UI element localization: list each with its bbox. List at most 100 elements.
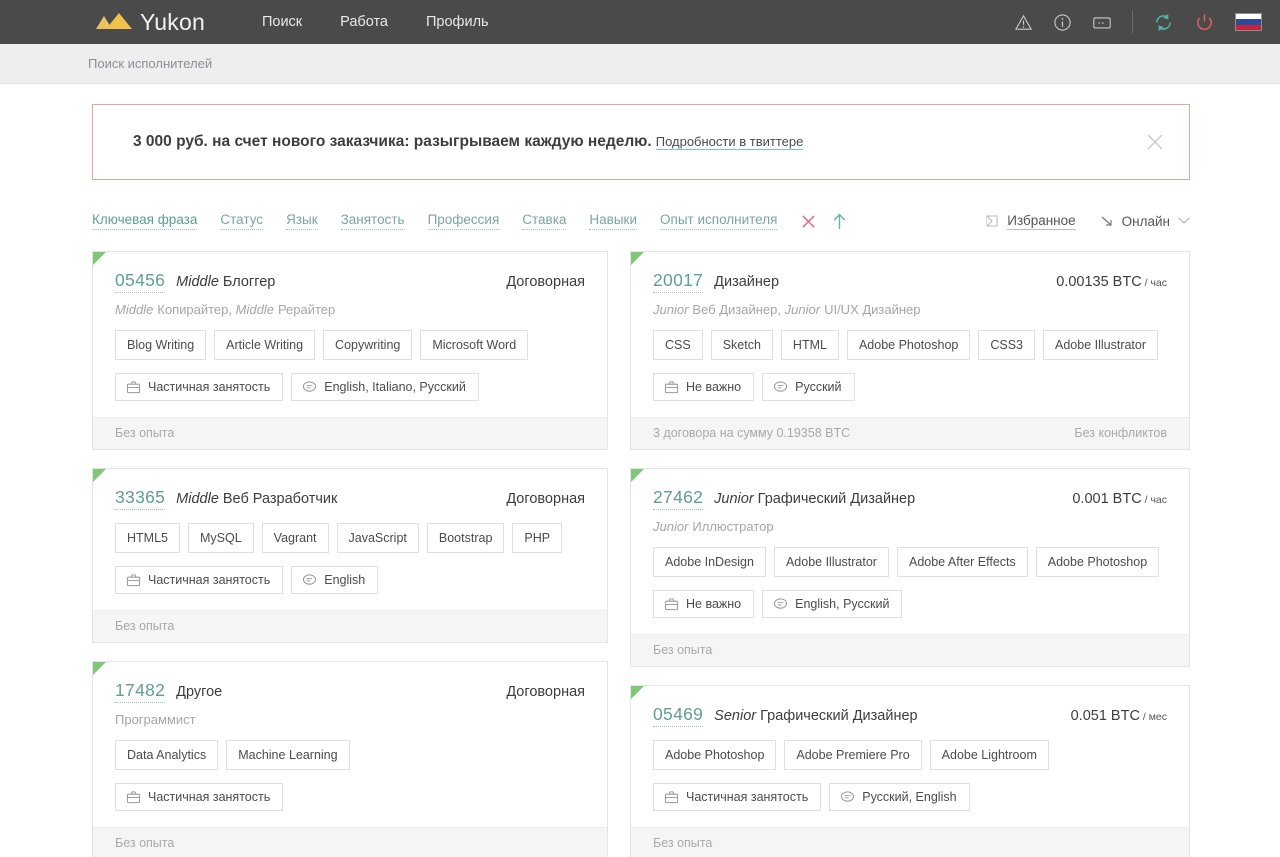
sort-arrow-up-icon[interactable] xyxy=(831,212,848,231)
bookmark-icon xyxy=(986,215,998,227)
employment-tag[interactable]: Не важно xyxy=(653,590,755,618)
power-icon[interactable] xyxy=(1194,12,1215,33)
online-sort-control[interactable]: Онлайн xyxy=(1100,214,1190,229)
close-icon[interactable] xyxy=(1145,132,1165,152)
skill-tag[interactable]: Vagrant xyxy=(261,523,329,553)
languages-tag[interactable]: Русский xyxy=(762,373,855,401)
employment-tag[interactable]: Не важно xyxy=(653,373,755,401)
russian-flag-icon[interactable] xyxy=(1235,13,1262,31)
card-id-link[interactable]: 17482 xyxy=(115,680,166,703)
speech-bubble-icon xyxy=(774,598,788,609)
promo-link[interactable]: Подробности в твиттере xyxy=(655,134,804,150)
freelancer-card[interactable]: 17482 Другое Договорная Программист Data Ana… xyxy=(92,661,608,857)
employment-tag[interactable]: Частичная занятость xyxy=(115,373,284,401)
skill-tag[interactable]: JavaScript xyxy=(336,523,419,553)
main-nav-links: Поиск Работа Профиль xyxy=(262,14,489,30)
breadcrumb: Поиск исполнителей xyxy=(88,56,213,71)
skill-tag[interactable]: Machine Learning xyxy=(226,740,350,770)
card-id-link[interactable]: 20017 xyxy=(653,270,704,293)
skill-tag[interactable]: Adobe Illustrator xyxy=(1043,330,1159,360)
card-id-link[interactable]: 27462 xyxy=(653,487,704,510)
skill-tag[interactable]: Adobe Photoshop xyxy=(653,740,777,770)
nav-item-search[interactable]: Поиск xyxy=(262,14,302,30)
employment-tag[interactable]: Частичная занятость xyxy=(115,783,284,811)
meta-tag-row: Частичная занятость xyxy=(115,783,585,811)
clear-filters-icon[interactable] xyxy=(800,213,817,230)
card-header: 27462 Junior Графический Дизайнер 0.001 BTC… xyxy=(653,487,1167,510)
filter-experience[interactable]: Опыт исполнителя xyxy=(660,212,778,230)
promo-banner: 3 000 руб. на счет нового заказчика: раз… xyxy=(92,104,1190,180)
freelancer-card[interactable]: 27462 Junior Графический Дизайнер 0.001 BTC… xyxy=(630,468,1190,667)
skill-tag[interactable]: Copywriting xyxy=(323,330,413,360)
freelancer-card[interactable]: 33365 Middle Веб Разработчик Договорная HTML… xyxy=(92,468,608,643)
languages-tag[interactable]: English, Italiano, Русский xyxy=(291,373,479,401)
skill-tag[interactable]: CSS3 xyxy=(978,330,1035,360)
filter-skills[interactable]: Навыки xyxy=(589,212,638,230)
card-footer: Без опыта xyxy=(93,417,607,449)
skill-tag-row: Data Analytics Machine Learning xyxy=(115,740,585,770)
favorites-toggle[interactable]: Избранное xyxy=(985,213,1076,230)
skill-tag[interactable]: Bootstrap xyxy=(426,523,505,553)
card-rate: Договорная xyxy=(506,491,585,507)
freelancer-card[interactable]: 05469 Senior Графический Дизайнер 0.051 BTC… xyxy=(630,685,1190,857)
card-body: 27462 Junior Графический Дизайнер 0.001 BTC… xyxy=(631,469,1189,634)
filter-language[interactable]: Язык xyxy=(286,212,318,230)
breadcrumb-bar: Поиск исполнителей xyxy=(0,44,1280,84)
card-id-link[interactable]: 05469 xyxy=(653,704,704,727)
card-id-link[interactable]: 33365 xyxy=(115,487,166,510)
skill-tag[interactable]: Article Writing xyxy=(214,330,316,360)
skill-tag[interactable]: HTML5 xyxy=(115,523,180,553)
skill-tag[interactable]: Data Analytics xyxy=(115,740,219,770)
filter-keyword[interactable]: Ключевая фраза xyxy=(92,212,198,230)
skill-tag[interactable]: Adobe Photoshop xyxy=(1035,547,1160,577)
card-footer-left: Без опыта xyxy=(653,836,713,850)
employment-tag[interactable]: Частичная занятость xyxy=(653,783,822,811)
online-label: Онлайн xyxy=(1121,213,1170,229)
skill-tag[interactable]: HTML xyxy=(780,330,839,360)
card-grade: Middle xyxy=(176,274,219,290)
nav-item-profile[interactable]: Профиль xyxy=(426,14,489,30)
skill-tag[interactable]: Adobe InDesign xyxy=(653,547,766,577)
languages-tag[interactable]: Русский, English xyxy=(829,783,970,811)
languages-tag[interactable]: English xyxy=(291,566,379,594)
skill-tag[interactable]: PHP xyxy=(512,523,563,553)
filter-employment[interactable]: Занятость xyxy=(340,212,405,230)
skill-tag[interactable]: CSS xyxy=(653,330,703,360)
card-subtitle: Middle Копирайтер, Middle Рерайтер xyxy=(115,302,585,317)
skill-tag[interactable]: Adobe After Effects xyxy=(896,547,1028,577)
briefcase-icon xyxy=(664,791,679,804)
skill-tag[interactable]: MySQL xyxy=(187,523,254,553)
brand-logo[interactable]: Yukon xyxy=(95,9,205,36)
message-icon[interactable] xyxy=(1092,13,1112,32)
card-title: Другое xyxy=(176,684,223,700)
filter-bar-right: Избранное Онлайн xyxy=(985,213,1190,230)
skill-tag-row: HTML5 MySQL Vagrant JavaScript Bootstrap PHP xyxy=(115,523,585,553)
languages-tag[interactable]: English, Русский xyxy=(762,590,903,618)
skill-tag[interactable]: Blog Writing xyxy=(115,330,207,360)
freelancer-card[interactable]: 20017 Дизайнер 0.00135 BTC / час Junior Веб … xyxy=(630,251,1190,450)
card-title: Middle Веб Разработчик xyxy=(176,491,338,507)
card-footer-right: Без конфликтов xyxy=(1074,426,1167,440)
skill-tag[interactable]: Adobe Photoshop xyxy=(846,330,971,360)
nav-item-work[interactable]: Работа xyxy=(340,14,388,30)
briefcase-icon xyxy=(664,381,679,394)
skill-tag-row: Adobe InDesign Adobe Illustrator Adobe Aft… xyxy=(653,547,1167,577)
card-body: 17482 Другое Договорная Программист Data Ana… xyxy=(93,662,607,827)
skill-tag[interactable]: Adobe Lightroom xyxy=(929,740,1049,770)
card-header: 20017 Дизайнер 0.00135 BTC / час xyxy=(653,270,1167,293)
filter-status[interactable]: Статус xyxy=(220,212,264,230)
skill-tag[interactable]: Adobe Illustrator xyxy=(773,547,889,577)
info-icon[interactable] xyxy=(1053,13,1072,32)
employment-label: Частичная занятость xyxy=(686,790,809,804)
warning-icon[interactable] xyxy=(1014,13,1033,32)
refresh-icon[interactable] xyxy=(1153,12,1174,33)
freelancer-card[interactable]: 05456 Middle Блоггер Договорная Middle Копира… xyxy=(92,251,608,450)
filter-profession[interactable]: Профессия xyxy=(427,212,500,230)
filter-rate[interactable]: Ставка xyxy=(522,212,567,230)
skill-tag[interactable]: Microsoft Word xyxy=(420,330,529,360)
employment-tag[interactable]: Частичная занятость xyxy=(115,566,284,594)
skill-tag[interactable]: Sketch xyxy=(710,330,773,360)
card-id-link[interactable]: 05456 xyxy=(115,270,166,293)
skill-tag[interactable]: Adobe Premiere Pro xyxy=(784,740,922,770)
results-column-left: 05456 Middle Блоггер Договорная Middle Копира… xyxy=(92,251,608,857)
